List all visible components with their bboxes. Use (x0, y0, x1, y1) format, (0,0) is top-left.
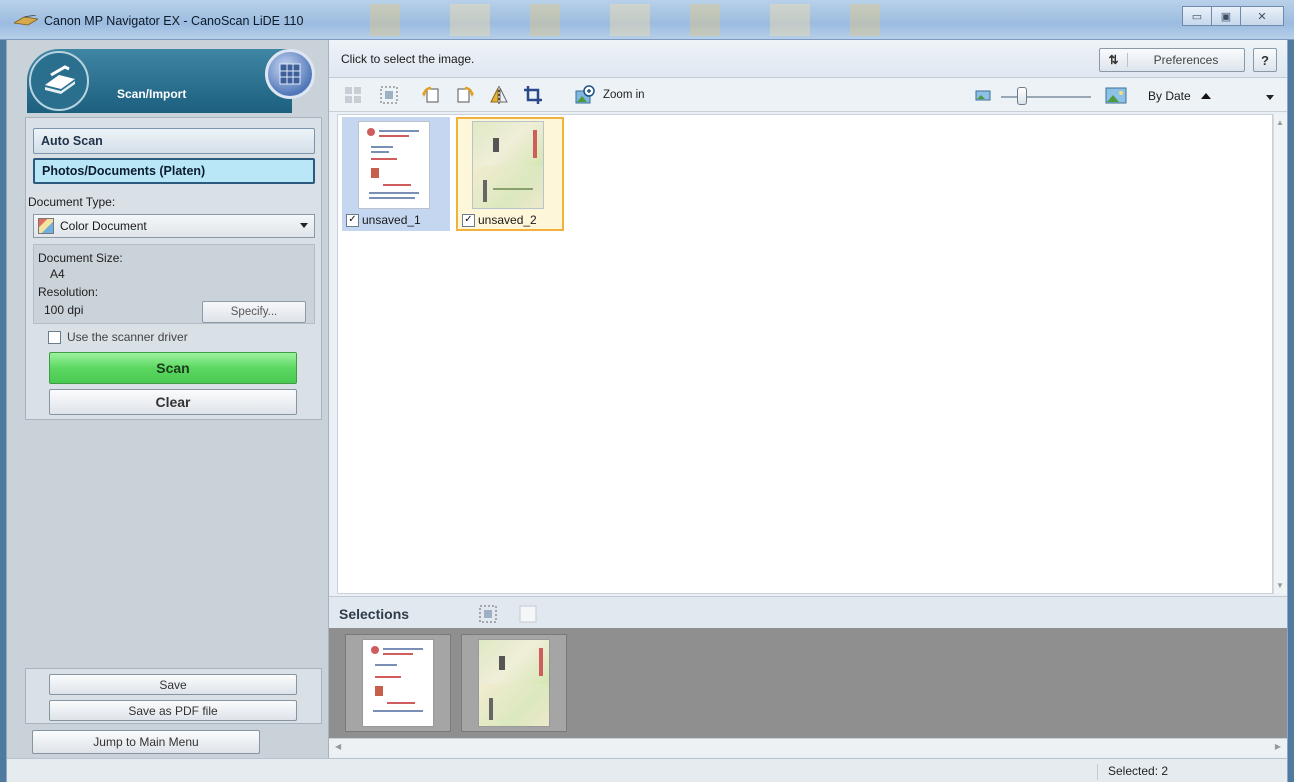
vertical-scrollbar[interactable]: ▲ ▼ (1273, 114, 1287, 594)
chevron-down-icon (300, 223, 308, 228)
resolution-value: 100 dpi (44, 303, 84, 317)
document-size-label: Document Size: (38, 251, 123, 265)
auto-scan-label: Auto Scan (41, 134, 103, 148)
specify-button[interactable]: Specify... (202, 301, 306, 323)
mirror-icon[interactable] (489, 85, 509, 105)
sort-order-value: By Date (1148, 89, 1191, 103)
maximize-icon: ▣ (1220, 10, 1232, 23)
thumbnail-caption: ✓ unsaved_1 (346, 213, 421, 227)
status-bar: Selected: 2 (7, 758, 1287, 782)
preferences-button[interactable]: ⇅ Preferences (1099, 48, 1245, 72)
selections-bar: Selections (329, 596, 1287, 628)
minimize-icon: ▭ (1191, 10, 1203, 23)
grid-menu-icon (279, 63, 301, 85)
help-button[interactable]: ? (1253, 48, 1277, 72)
minimize-button[interactable]: ▭ (1182, 6, 1212, 26)
document-type-label: Document Type: (28, 195, 116, 209)
jump-to-main-menu-button[interactable]: Jump to Main Menu (32, 730, 260, 754)
scroll-up-icon[interactable]: ▲ (1276, 118, 1284, 127)
maximize-button[interactable]: ▣ (1211, 6, 1241, 26)
scanner-app-icon (14, 15, 38, 26)
selections-label: Selections (339, 606, 410, 622)
auto-scan-button[interactable]: Auto Scan (33, 128, 315, 154)
left-panel: Scan/Import Auto Scan Photos/Documents (… (7, 40, 329, 758)
thumbnail-checkbox[interactable]: ✓ (346, 213, 359, 227)
use-scanner-driver-checkbox[interactable] (48, 331, 61, 344)
large-thumbnail-icon (1105, 87, 1127, 104)
scan-import-circle (29, 51, 89, 111)
scan-settings-panel: Auto Scan Photos/Documents (Platen) Docu… (25, 117, 322, 420)
sort-ascending-icon (1200, 93, 1211, 99)
thumbnail-name: unsaved_1 (362, 213, 421, 227)
thumbnail-item[interactable]: ✓ unsaved_2 (456, 117, 564, 231)
save-as-pdf-button[interactable]: Save as PDF file (49, 700, 297, 721)
deselect-all-icon[interactable] (379, 85, 399, 105)
close-icon: ✕ (1257, 10, 1267, 23)
select-all-icon[interactable] (343, 85, 363, 105)
scanner-icon (45, 65, 75, 94)
crop-icon[interactable] (523, 85, 543, 105)
chevron-down-icon (1266, 95, 1274, 100)
scroll-right-icon[interactable]: ▶ (1275, 742, 1281, 751)
document-type-value: Color Document (60, 219, 147, 233)
selections-strip (329, 628, 1287, 738)
zoom-in-label[interactable]: Zoom in (603, 89, 645, 101)
rotate-left-icon[interactable] (421, 85, 441, 105)
close-button[interactable]: ✕ (1240, 6, 1284, 26)
instruction-text: Click to select the image. (341, 52, 475, 66)
preferences-label: Preferences (1153, 53, 1219, 67)
color-document-icon (38, 218, 54, 234)
image-toolbar: Zoom in By Date (329, 78, 1287, 112)
clear-button[interactable]: Clear (49, 389, 297, 415)
resolution-label: Resolution: (38, 285, 99, 299)
scroll-left-icon[interactable]: ◀ (335, 742, 341, 751)
document-thumbnail-image (472, 121, 544, 209)
thumbnail-grid[interactable]: ✓ unsaved_1 ✓ unsaved_2 (337, 114, 1273, 594)
window-controls: ▭ ▣ ✕ (1182, 6, 1284, 26)
selection-thumbnail-image (478, 639, 550, 727)
selection-thumbnail[interactable] (461, 634, 567, 732)
thumbnail-name: unsaved_2 (478, 213, 537, 227)
title-bar-decoration (330, 4, 890, 36)
selection-thumbnail[interactable] (345, 634, 451, 732)
main-area: Click to select the image. ⇅ Preferences… (329, 40, 1287, 758)
main-menu-icon[interactable] (265, 49, 315, 99)
selection-thumbnail-image (362, 639, 434, 727)
preferences-icon: ⇅ (1100, 53, 1128, 67)
scan-import-header: Scan/Import (27, 49, 322, 117)
title-bar: Canon MP Navigator EX - CanoScan LiDE 11… (0, 0, 1294, 40)
window-title: Canon MP Navigator EX - CanoScan LiDE 11… (44, 14, 304, 28)
document-size-value: A4 (50, 267, 65, 281)
top-bar: Click to select the image. ⇅ Preferences… (329, 40, 1287, 78)
selections-clear-icon[interactable] (519, 605, 537, 623)
document-type-select[interactable]: Color Document (33, 214, 315, 238)
thumbnail-checkbox[interactable]: ✓ (462, 213, 475, 227)
rotate-right-icon[interactable] (455, 85, 475, 105)
selected-count: Selected: 2 (1097, 764, 1168, 780)
photos-documents-platen-button[interactable]: Photos/Documents (Platen) (33, 158, 315, 184)
thumbnail-item[interactable]: ✓ unsaved_1 (342, 117, 450, 231)
sort-order-select[interactable]: By Date (1137, 84, 1279, 108)
scan-import-label: Scan/Import (117, 87, 187, 101)
save-actions-panel: Save Save as PDF file (25, 668, 322, 724)
selections-select-all-icon[interactable] (479, 605, 497, 623)
small-thumbnail-icon (975, 90, 991, 101)
scroll-down-icon[interactable]: ▼ (1276, 581, 1284, 590)
use-scanner-driver-label: Use the scanner driver (67, 330, 188, 344)
document-thumbnail-image (358, 121, 430, 209)
scan-button[interactable]: Scan (49, 352, 297, 384)
photos-documents-label: Photos/Documents (Platen) (42, 164, 206, 178)
save-button[interactable]: Save (49, 674, 297, 695)
thumbnail-size-track (1001, 96, 1091, 98)
thumbnail-size-slider[interactable] (1017, 87, 1027, 105)
app-window: Scan/Import Auto Scan Photos/Documents (… (6, 40, 1288, 782)
zoom-in-icon[interactable] (575, 85, 595, 105)
thumbnail-caption: ✓ unsaved_2 (462, 213, 537, 227)
horizontal-scrollbar[interactable]: ◀ ▶ (329, 738, 1287, 756)
